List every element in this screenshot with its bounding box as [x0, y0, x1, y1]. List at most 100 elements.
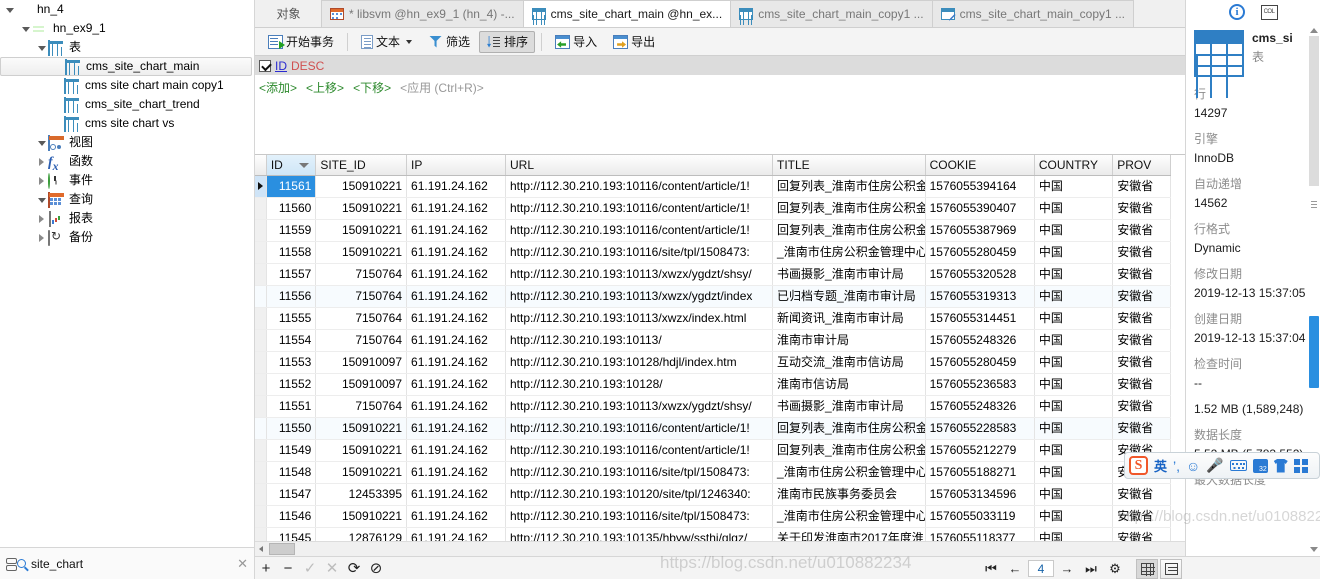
table-row[interactable]: 11550 150910221 61.191.24.162 http://112.30… [255, 417, 1171, 440]
cell-url[interactable]: http://112.30.210.193:10113/xwzx/ygdzt/i… [505, 285, 774, 308]
cell-prov[interactable]: 安徽省 [1112, 219, 1171, 242]
tree-item--[interactable]: 事件 [0, 171, 254, 190]
row-marker[interactable] [255, 285, 267, 308]
cell-cookie[interactable]: 1576055280459 [925, 351, 1035, 374]
text-view-button[interactable]: 文本 [354, 31, 419, 53]
tree-item--[interactable]: fx 函数 [0, 152, 254, 172]
first-page-button[interactable]: ⏮ [980, 558, 1002, 579]
row-marker[interactable] [255, 351, 267, 374]
cell-title[interactable]: 互动交流_淮南市信访局 [772, 351, 926, 374]
row-marker[interactable] [255, 373, 267, 396]
cell-title[interactable]: _淮南市住房公积金管理中心 [772, 241, 926, 264]
object-tree-sidebar[interactable]: hn_4 hn_ex9_1 表 cms_site_chart_main cms site… [0, 0, 255, 547]
cell-url[interactable]: http://112.30.210.193:10116/site/tpl/150… [505, 505, 774, 528]
tree-expander-closed-icon[interactable] [36, 175, 47, 186]
row-marker[interactable] [255, 197, 267, 220]
row-marker[interactable] [255, 439, 267, 462]
cell-cookie[interactable]: 1576055319313 [925, 285, 1035, 308]
cell-country[interactable]: 中国 [1034, 351, 1114, 374]
tree-item--[interactable]: 备份 [0, 228, 254, 247]
cell-ip[interactable]: 61.191.24.162 [406, 197, 506, 220]
cell-id[interactable]: 11557 [266, 263, 317, 286]
cell-url[interactable]: http://112.30.210.193:10116/content/arti… [505, 197, 774, 220]
editor-tab-4[interactable]: cms_site_chart_main_copy1 ... [931, 0, 1135, 27]
tree-expander-closed-icon[interactable] [36, 232, 47, 243]
cell-ip[interactable]: 61.191.24.162 [406, 241, 506, 264]
grid-horizontal-scrollbar[interactable] [255, 541, 1185, 556]
cell-prov[interactable]: 安徽省 [1112, 417, 1171, 440]
cell-url[interactable]: http://112.30.210.193:10116/site/tpl/150… [505, 461, 774, 484]
cell-id[interactable]: 11551 [266, 395, 317, 418]
editor-tab-2[interactable]: cms_site_chart_main @hn_ex... [522, 0, 732, 27]
toolbox-icon[interactable]: 32 [1252, 458, 1268, 473]
cell-cookie[interactable]: 1576055188271 [925, 461, 1035, 484]
tree-item--[interactable]: 视图 [0, 133, 254, 152]
row-marker[interactable] [255, 219, 267, 242]
cell-ip[interactable]: 61.191.24.162 [406, 505, 506, 528]
cell-url[interactable]: http://112.30.210.193:10116/site/tpl/150… [505, 241, 774, 264]
table-row[interactable]: 11546 150910221 61.191.24.162 http://112.30… [255, 505, 1171, 528]
table-row[interactable]: 11555 7150764 61.191.24.162 http://112.30.2… [255, 307, 1171, 330]
table-row[interactable]: 11553 150910097 61.191.24.162 http://112.30… [255, 351, 1171, 374]
cell-site-id[interactable]: 150910221 [315, 197, 408, 220]
cell-country[interactable]: 中国 [1034, 395, 1114, 418]
cell-id[interactable]: 11554 [266, 329, 317, 352]
cell-site-id[interactable]: 150910221 [315, 505, 408, 528]
sort-action-0[interactable]: <添加> [259, 79, 297, 96]
cell-country[interactable]: 中国 [1034, 285, 1114, 308]
cell-site-id[interactable]: 7150764 [315, 307, 408, 330]
cell-ip[interactable]: 61.191.24.162 [406, 307, 506, 330]
cell-country[interactable]: 中国 [1034, 505, 1114, 528]
cell-url[interactable]: http://112.30.210.193:10120/site/tpl/124… [505, 483, 774, 506]
cell-title[interactable]: 淮南市民族事务委员会 [772, 483, 926, 506]
cell-title[interactable]: 回复列表_淮南市住房公积金 [772, 417, 926, 440]
cell-country[interactable]: 中国 [1034, 175, 1114, 198]
cell-title[interactable]: 书画摄影_淮南市审计局 [772, 263, 926, 286]
row-marker[interactable] [255, 417, 267, 440]
cell-id[interactable]: 11545 [266, 527, 317, 541]
cell-url[interactable]: http://112.30.210.193:10116/content/arti… [505, 439, 774, 462]
cell-ip[interactable]: 61.191.24.162 [406, 527, 506, 541]
cell-cookie[interactable]: 1576055394164 [925, 175, 1035, 198]
cell-id[interactable]: 11559 [266, 219, 317, 242]
column-header-ip[interactable]: IP [406, 155, 506, 176]
row-marker[interactable] [255, 175, 267, 198]
table-row[interactable]: 11545 12876129 61.191.24.162 http://112.30.… [255, 527, 1171, 541]
cell-id[interactable]: 11546 [266, 505, 317, 528]
cell-ip[interactable]: 61.191.24.162 [406, 373, 506, 396]
editor-tab-bar[interactable]: 对象 * libsvm @hn_ex9_1 (hn_4) -... cms_site… [255, 0, 1185, 28]
sort-panel[interactable]: ID DESC <添加> <上移> <下移> <应用 (Ctrl+R)> [255, 56, 1185, 155]
row-marker[interactable] [255, 461, 267, 484]
tree-item-hn_4[interactable]: hn_4 [0, 0, 254, 19]
cell-url[interactable]: http://112.30.210.193:10113/xwzx/ygdzt/s… [505, 395, 774, 418]
tree-item-cms_site_chart_main[interactable]: cms_site_chart_main [0, 57, 252, 76]
column-header-id[interactable]: ID [266, 155, 317, 176]
cell-id[interactable]: 11558 [266, 241, 317, 264]
form-view-button[interactable] [1160, 558, 1182, 579]
tree-expander-open-icon[interactable] [4, 4, 15, 15]
tree-item-hn_ex9_1[interactable]: hn_ex9_1 [0, 19, 254, 38]
sogou-ime-toolbar[interactable]: S 英 ’, ☺ 🎤 32 [1124, 452, 1320, 479]
table-row[interactable]: 11549 150910221 61.191.24.162 http://112.30… [255, 439, 1171, 462]
cell-country[interactable]: 中国 [1034, 241, 1114, 264]
editor-tab-3[interactable]: cms_site_chart_main_copy1 ... [730, 0, 933, 27]
table-row[interactable]: 11557 7150764 61.191.24.162 http://112.30.2… [255, 263, 1171, 286]
stop-button[interactable]: ⊘ [365, 557, 387, 579]
ime-mode-label[interactable]: 英 [1154, 456, 1167, 475]
search-input[interactable]: site_chart [31, 557, 237, 571]
row-marker[interactable] [255, 329, 267, 352]
cell-prov[interactable]: 安徽省 [1112, 285, 1171, 308]
table-row[interactable]: 11551 7150764 61.191.24.162 http://112.30.2… [255, 395, 1171, 418]
export-button[interactable]: 导出 [606, 31, 662, 53]
tab-columns[interactable]: COL [1260, 3, 1278, 21]
cell-title[interactable]: 回复列表_淮南市住房公积金 [772, 197, 926, 220]
cell-cookie[interactable]: 1576055228583 [925, 417, 1035, 440]
grid-view-button[interactable] [1136, 558, 1158, 579]
cell-site-id[interactable]: 150910221 [315, 241, 408, 264]
cell-country[interactable]: 中国 [1034, 527, 1114, 541]
sort-rule-field[interactable]: ID [275, 59, 287, 73]
cell-site-id[interactable]: 7150764 [315, 263, 408, 286]
cell-ip[interactable]: 61.191.24.162 [406, 439, 506, 462]
cell-prov[interactable]: 安徽省 [1112, 395, 1171, 418]
cell-site-id[interactable]: 150910221 [315, 461, 408, 484]
